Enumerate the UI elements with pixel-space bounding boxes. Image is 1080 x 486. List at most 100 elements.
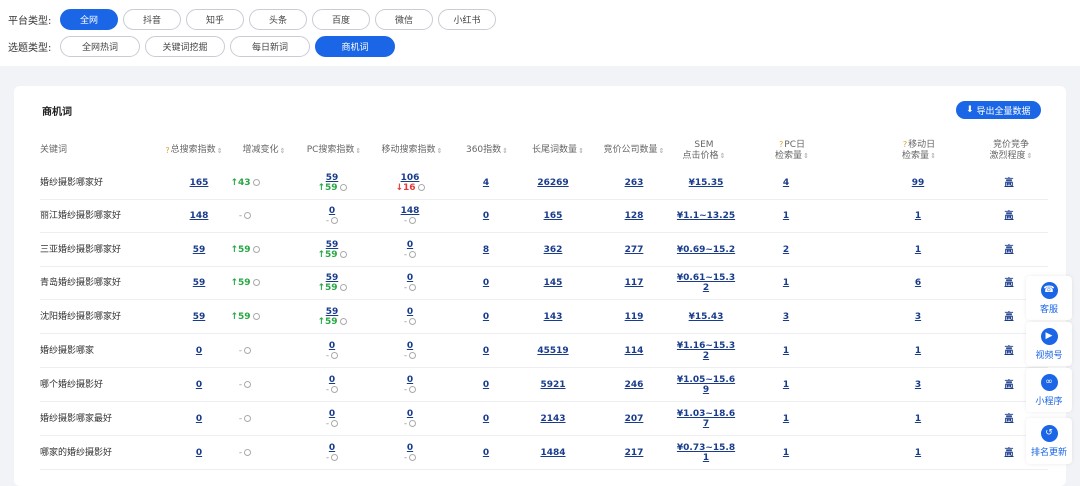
pc-daily-link[interactable]: 1 bbox=[756, 436, 816, 470]
pc-daily-link[interactable]: 1 bbox=[756, 199, 816, 233]
pc-daily-link[interactable]: 3 bbox=[756, 300, 816, 334]
mobile-index-link[interactable]: 0- bbox=[374, 368, 446, 402]
longtail-count-link[interactable]: 45519 bbox=[519, 334, 587, 368]
index-360-link[interactable]: 0 bbox=[462, 402, 510, 436]
bid-company-link[interactable]: 114 bbox=[599, 334, 669, 368]
mobile-daily-link[interactable]: 6 bbox=[884, 266, 952, 300]
header-mday[interactable]: ?移动日 检索量⇕ bbox=[887, 136, 951, 166]
topic-pill-keyword-mining[interactable]: 关键词挖掘 bbox=[145, 35, 225, 57]
index-360-link[interactable]: 0 bbox=[462, 436, 510, 470]
sem-price-link[interactable]: ¥15.35 bbox=[669, 166, 743, 200]
header-total[interactable]: ? 总搜索指数 ⇕ bbox=[159, 136, 229, 166]
pc-daily-link[interactable]: 1 bbox=[756, 266, 816, 300]
mobile-daily-link[interactable]: 1 bbox=[884, 402, 952, 436]
index-360-link[interactable]: 0 bbox=[462, 334, 510, 368]
mobile-daily-link[interactable]: 1 bbox=[884, 233, 952, 267]
mobile-daily-link[interactable]: 1 bbox=[884, 436, 952, 470]
index-360-link[interactable]: 4 bbox=[462, 166, 510, 200]
index-360-link[interactable]: 8 bbox=[462, 233, 510, 267]
longtail-count-link[interactable]: 145 bbox=[519, 266, 587, 300]
side-mini-program[interactable]: ∞ 小程序 bbox=[1026, 368, 1072, 412]
bid-company-link[interactable]: 119 bbox=[599, 300, 669, 334]
mobile-daily-link[interactable]: 3 bbox=[884, 368, 952, 402]
pc-index-link[interactable]: 0- bbox=[298, 199, 366, 233]
mobile-index-link[interactable]: 0- bbox=[374, 402, 446, 436]
pc-index-link[interactable]: 59 ↑59 bbox=[298, 233, 366, 267]
platform-pill-zhihu[interactable]: 知乎 bbox=[186, 8, 244, 30]
sem-price-link[interactable]: ¥0.73~15.8 1 bbox=[669, 436, 743, 470]
topic-pill-hotwords[interactable]: 全网热词 bbox=[60, 35, 140, 57]
header-change[interactable]: 增减变化 ⇕ bbox=[234, 136, 294, 166]
mobile-daily-link[interactable]: 1 bbox=[884, 199, 952, 233]
mobile-daily-link[interactable]: 3 bbox=[884, 300, 952, 334]
pc-index-link[interactable]: 59 ↑59 bbox=[298, 300, 366, 334]
mobile-index-link[interactable]: 106 ↓16 bbox=[374, 166, 446, 200]
mobile-index-link[interactable]: 0- bbox=[374, 266, 446, 300]
side-customer-service[interactable]: ☎ 客服 bbox=[1026, 276, 1072, 320]
side-video-channel[interactable]: ▶ 视频号 bbox=[1026, 322, 1072, 366]
mobile-daily-link[interactable]: 99 bbox=[884, 166, 952, 200]
longtail-count-link[interactable]: 1484 bbox=[519, 436, 587, 470]
bid-company-link[interactable]: 263 bbox=[599, 166, 669, 200]
index-360-link[interactable]: 0 bbox=[462, 300, 510, 334]
platform-pill-xiaohongshu[interactable]: 小红书 bbox=[438, 8, 496, 30]
bid-company-link[interactable]: 217 bbox=[599, 436, 669, 470]
mobile-index-link[interactable]: 0- bbox=[374, 436, 446, 470]
header-pcday[interactable]: ?PC日 检索量⇕ bbox=[762, 136, 822, 166]
topic-pill-business[interactable]: 商机词 bbox=[315, 35, 395, 57]
sem-price-link[interactable]: ¥1.05~15.6 9 bbox=[669, 368, 743, 402]
bid-company-link[interactable]: 277 bbox=[599, 233, 669, 267]
bid-company-link[interactable]: 117 bbox=[599, 266, 669, 300]
sem-price-link[interactable]: ¥1.16~15.3 2 bbox=[669, 334, 743, 368]
pc-index-link[interactable]: 0- bbox=[298, 368, 366, 402]
longtail-count-link[interactable]: 165 bbox=[519, 199, 587, 233]
longtail-count-link[interactable]: 2143 bbox=[519, 402, 587, 436]
sem-price-link[interactable]: ¥0.61~15.3 2 bbox=[669, 266, 743, 300]
platform-pill-baidu[interactable]: 百度 bbox=[312, 8, 370, 30]
pc-index-link[interactable]: 0- bbox=[298, 402, 366, 436]
header-mobile[interactable]: 移动搜索指数 ⇕ bbox=[376, 136, 448, 166]
pc-daily-link[interactable]: 1 bbox=[756, 334, 816, 368]
mobile-index-link[interactable]: 0- bbox=[374, 334, 446, 368]
pc-daily-link[interactable]: 1 bbox=[756, 402, 816, 436]
header-competition[interactable]: 竞价竞争 激烈程度⇕ bbox=[980, 136, 1042, 166]
header-pc[interactable]: PC搜索指数 ⇕ bbox=[299, 136, 369, 166]
longtail-count-link[interactable]: 143 bbox=[519, 300, 587, 334]
mobile-index-link[interactable]: 0- bbox=[374, 300, 446, 334]
longtail-count-link[interactable]: 26269 bbox=[519, 166, 587, 200]
header-bidco[interactable]: 竞价公司数量 ⇕ bbox=[598, 136, 670, 166]
bid-company-link[interactable]: 128 bbox=[599, 199, 669, 233]
pc-index-link[interactable]: 0- bbox=[298, 436, 366, 470]
competition-link[interactable]: 高 bbox=[979, 199, 1039, 233]
export-button[interactable]: ⬇ 导出全量数据 bbox=[956, 101, 1041, 119]
bid-company-link[interactable]: 246 bbox=[599, 368, 669, 402]
sem-price-link[interactable]: ¥15.43 bbox=[669, 300, 743, 334]
longtail-count-link[interactable]: 362 bbox=[519, 233, 587, 267]
pc-index-link[interactable]: 59 ↑59 bbox=[298, 166, 366, 200]
header-sem[interactable]: SEM 点击价格⇕ bbox=[674, 136, 734, 166]
competition-link[interactable]: 高 bbox=[979, 233, 1039, 267]
sem-price-link[interactable]: ¥1.03~18.6 7 bbox=[669, 402, 743, 436]
pc-daily-link[interactable]: 1 bbox=[756, 368, 816, 402]
sem-price-link[interactable]: ¥1.1~13.25 bbox=[669, 199, 743, 233]
pc-index-link[interactable]: 0- bbox=[298, 334, 366, 368]
mobile-daily-link[interactable]: 1 bbox=[884, 334, 952, 368]
platform-pill-all[interactable]: 全网 bbox=[60, 8, 118, 30]
competition-link[interactable]: 高 bbox=[979, 166, 1039, 200]
pc-daily-link[interactable]: 2 bbox=[756, 233, 816, 267]
header-360[interactable]: 360指数 ⇕ bbox=[462, 136, 512, 166]
mobile-index-link[interactable]: 0- bbox=[374, 233, 446, 267]
index-360-link[interactable]: 0 bbox=[462, 266, 510, 300]
pc-daily-link[interactable]: 4 bbox=[756, 166, 816, 200]
platform-pill-toutiao[interactable]: 头条 bbox=[249, 8, 307, 30]
sem-price-link[interactable]: ¥0.69~15.2 bbox=[669, 233, 743, 267]
side-rank-update[interactable]: ↺ 排名更新 bbox=[1026, 418, 1072, 464]
pc-index-link[interactable]: 59 ↑59 bbox=[298, 266, 366, 300]
index-360-link[interactable]: 0 bbox=[462, 199, 510, 233]
topic-pill-daily-new[interactable]: 每日新词 bbox=[230, 35, 310, 57]
mobile-index-link[interactable]: 148- bbox=[374, 199, 446, 233]
bid-company-link[interactable]: 207 bbox=[599, 402, 669, 436]
platform-pill-douyin[interactable]: 抖音 bbox=[123, 8, 181, 30]
platform-pill-wechat[interactable]: 微信 bbox=[375, 8, 433, 30]
longtail-count-link[interactable]: 5921 bbox=[519, 368, 587, 402]
